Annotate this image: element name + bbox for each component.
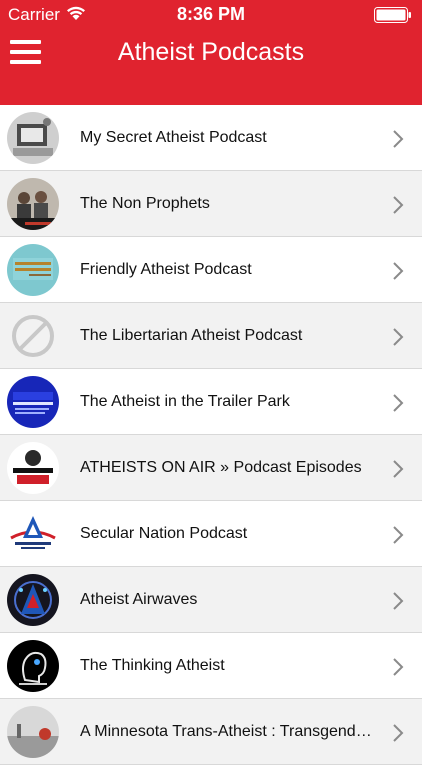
- podcast-title: ATHEISTS ON AIR » Podcast Episodes: [80, 459, 362, 476]
- podcast-thumbnail: [7, 178, 59, 230]
- list-item[interactable]: The Libertarian Atheist Podcast: [0, 303, 422, 369]
- page-title: Atheist Podcasts: [117, 38, 305, 66]
- list-item[interactable]: The Thinking Atheist: [0, 633, 422, 699]
- list-item[interactable]: Secular Nation Podcast: [0, 501, 422, 567]
- chevron-right-icon: [393, 658, 404, 676]
- list-item[interactable]: ATHEISTS ON AIR » Podcast Episodes: [0, 435, 422, 501]
- chevron-right-icon: [393, 130, 404, 148]
- chevron-right-icon: [393, 196, 404, 214]
- podcast-title: The Libertarian Atheist Podcast: [80, 327, 303, 344]
- list-item[interactable]: Atheist Airwaves: [0, 567, 422, 633]
- podcast-title: The Thinking Atheist: [80, 657, 225, 674]
- podcast-title: Friendly Atheist Podcast: [80, 261, 252, 278]
- list-item[interactable]: The Non Prophets: [0, 171, 422, 237]
- podcast-thumbnail: [7, 244, 59, 296]
- podcast-list: My Secret Atheist Podcast The Non Prophe…: [0, 105, 422, 765]
- podcast-title: My Secret Atheist Podcast: [80, 129, 267, 146]
- podcast-thumbnail: [7, 376, 59, 428]
- podcast-title: Atheist Airwaves: [80, 591, 198, 608]
- battery-icon: [374, 7, 411, 23]
- podcast-thumbnail: [7, 112, 59, 164]
- podcast-title: A Minnesota Trans-Atheist : Transgend…: [80, 723, 372, 740]
- clock: 8:36 PM: [176, 4, 246, 24]
- chevron-right-icon: [393, 526, 404, 544]
- list-item[interactable]: A Minnesota Trans-Atheist : Transgend…: [0, 699, 422, 765]
- nav-bar: Atheist Podcasts: [0, 28, 422, 105]
- status-bar: Carrier 8:36 PM: [0, 0, 422, 28]
- list-item[interactable]: The Atheist in the Trailer Park: [0, 369, 422, 435]
- chevron-right-icon: [393, 460, 404, 478]
- list-item[interactable]: My Secret Atheist Podcast: [0, 105, 422, 171]
- list-item[interactable]: Friendly Atheist Podcast: [0, 237, 422, 303]
- podcast-title: The Atheist in the Trailer Park: [80, 393, 290, 410]
- podcast-thumbnail: [7, 706, 59, 758]
- podcast-thumbnail: [7, 640, 59, 692]
- chevron-right-icon: [393, 592, 404, 610]
- chevron-right-icon: [393, 262, 404, 280]
- podcast-thumbnail: [7, 574, 59, 626]
- podcast-title: Secular Nation Podcast: [80, 525, 248, 542]
- chevron-right-icon: [393, 394, 404, 412]
- podcast-title: The Non Prophets: [80, 195, 210, 212]
- no-image-placeholder-icon: [7, 310, 59, 362]
- podcast-thumbnail: [7, 442, 59, 494]
- podcast-thumbnail: [7, 508, 59, 560]
- chevron-right-icon: [393, 724, 404, 742]
- chevron-right-icon: [393, 328, 404, 346]
